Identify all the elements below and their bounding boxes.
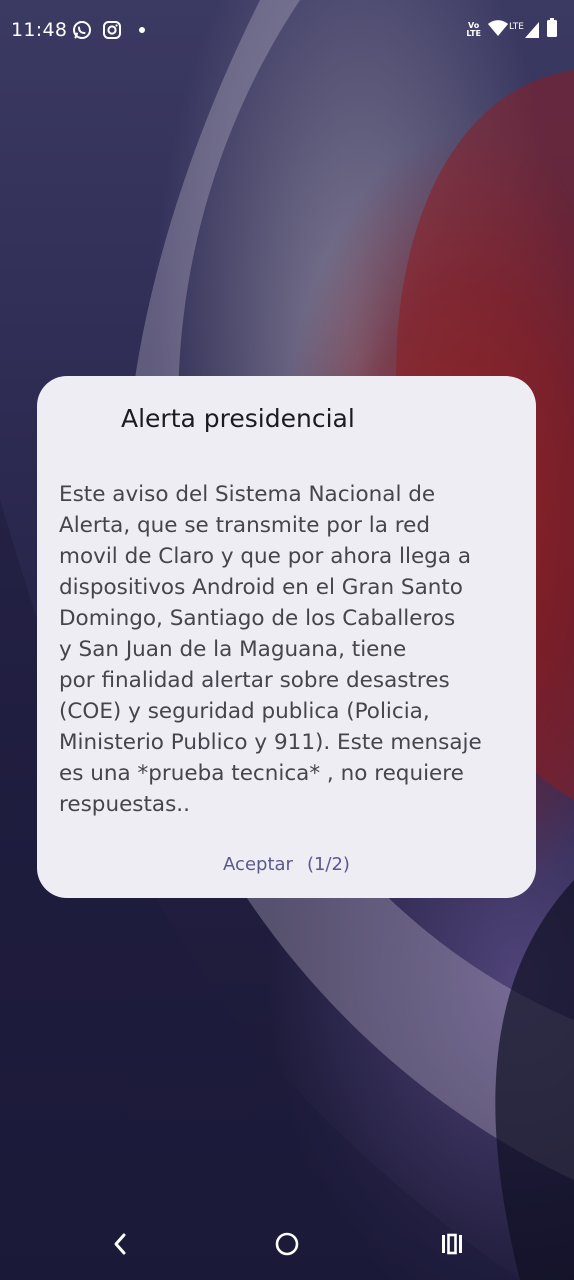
- recents-button[interactable]: [434, 1228, 470, 1264]
- whatsapp-icon: [72, 20, 92, 44]
- accept-button[interactable]: Aceptar (1/2): [217, 852, 356, 877]
- alert-dialog: Alerta presidencial Este aviso del Siste…: [37, 376, 536, 898]
- instagram-icon: [102, 20, 122, 44]
- notification-dot-icon: [132, 20, 152, 44]
- status-bar: 11:48 Vo LTE LTE: [0, 0, 574, 62]
- dialog-actions: Aceptar (1/2): [37, 852, 536, 877]
- back-button[interactable]: [102, 1228, 138, 1264]
- page-indicator: (1/2): [306, 854, 350, 875]
- back-icon: [110, 1232, 130, 1260]
- home-icon: [274, 1231, 300, 1261]
- network-label: LTE: [509, 22, 524, 32]
- home-button[interactable]: [269, 1228, 305, 1264]
- dialog-message: Este aviso del Sistema Nacional de Alert…: [59, 482, 482, 817]
- volte-bottom-label: LTE: [466, 29, 482, 38]
- recents-icon: [439, 1232, 465, 1260]
- wifi-icon: [487, 19, 509, 41]
- navigation-bar: [0, 1218, 574, 1274]
- status-right-icons: Vo LTE LTE: [466, 18, 558, 42]
- accept-label: Aceptar: [223, 854, 293, 875]
- status-left-icons: [72, 20, 152, 44]
- battery-icon: [546, 18, 558, 42]
- dialog-title: Alerta presidencial: [121, 404, 355, 433]
- volte-icon: Vo LTE: [466, 22, 481, 38]
- status-time: 11:48: [11, 19, 68, 41]
- lte-signal-icon: LTE: [509, 21, 540, 39]
